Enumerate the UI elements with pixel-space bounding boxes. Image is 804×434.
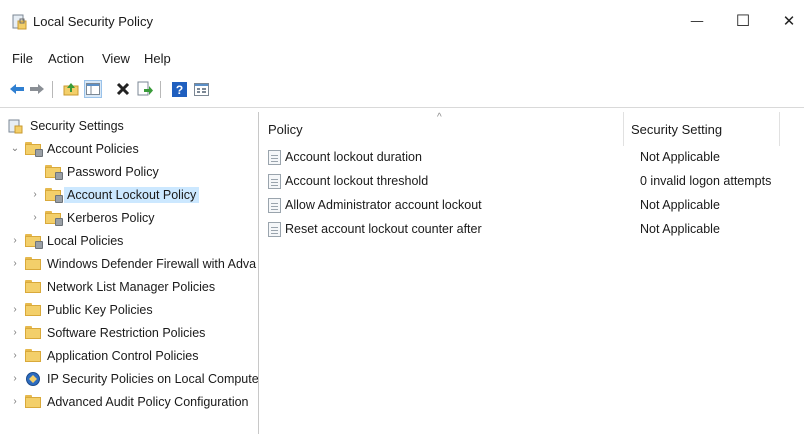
policy-setting: 0 invalid logon attempts xyxy=(640,174,772,188)
tree-item-software-restriction[interactable]: Software Restriction Policies xyxy=(25,322,205,343)
export-list-icon[interactable] xyxy=(136,80,154,98)
folder-icon xyxy=(45,165,63,180)
svg-text:?: ? xyxy=(175,83,182,97)
tree-item-account-policies[interactable]: Account Policies xyxy=(25,138,139,159)
ip-security-icon xyxy=(26,371,40,386)
table-row[interactable]: Reset account lockout counter after Not … xyxy=(268,218,798,240)
chevron-down-icon[interactable]: ⌄ xyxy=(10,143,20,154)
folder-icon xyxy=(45,211,63,226)
table-row[interactable]: Account lockout threshold 0 invalid logo… xyxy=(268,170,798,192)
tree-item-password-policy[interactable]: Password Policy xyxy=(45,161,159,182)
tree-label: IP Security Policies on Local Compute xyxy=(47,371,259,386)
tree-label: Kerberos Policy xyxy=(67,210,155,225)
tree-label: Software Restriction Policies xyxy=(47,325,206,340)
tree-item-public-key[interactable]: Public Key Policies xyxy=(25,299,153,320)
chevron-right-icon[interactable]: › xyxy=(10,304,20,315)
menu-bar: File Action View Help xyxy=(0,48,804,70)
security-settings-icon xyxy=(8,119,23,133)
tree-label: Network List Manager Policies xyxy=(47,279,216,294)
properties-icon[interactable] xyxy=(192,80,210,98)
policy-item-icon xyxy=(268,197,281,213)
chevron-right-icon[interactable]: › xyxy=(30,212,40,223)
folder-icon xyxy=(25,280,41,293)
tree-item-kerberos-policy[interactable]: Kerberos Policy xyxy=(45,207,155,228)
table-row[interactable]: Allow Administrator account lockout Not … xyxy=(268,194,798,216)
folder-icon xyxy=(25,142,43,157)
back-arrow-icon[interactable] xyxy=(8,80,26,98)
policy-name: Reset account lockout counter after xyxy=(285,222,482,236)
menu-view[interactable]: View xyxy=(102,51,130,66)
tree-item-local-policies[interactable]: Local Policies xyxy=(25,230,123,251)
folder-icon xyxy=(25,349,41,362)
chevron-right-icon[interactable]: › xyxy=(10,235,20,246)
up-folder-icon[interactable] xyxy=(62,80,80,98)
folder-icon xyxy=(25,395,41,408)
folder-icon xyxy=(45,188,63,203)
tree-item-security-settings[interactable]: Security Settings xyxy=(8,115,124,136)
tree-label: Public Key Policies xyxy=(47,302,153,317)
tree-item-audit[interactable]: Advanced Audit Policy Configuration xyxy=(25,391,249,412)
tree-item-app-control[interactable]: Application Control Policies xyxy=(25,345,198,366)
title-bar: Local Security Policy — ☐ ✕ xyxy=(0,0,804,42)
column-header-policy[interactable]: Policy xyxy=(268,112,303,146)
chevron-right-icon[interactable]: › xyxy=(10,327,20,338)
delete-icon[interactable] xyxy=(114,80,132,98)
menu-file[interactable]: File xyxy=(12,51,33,66)
tree-item-account-lockout-policy[interactable]: Account Lockout Policy xyxy=(45,184,200,205)
chevron-right-icon[interactable]: › xyxy=(10,350,20,361)
show-hide-tree-icon[interactable] xyxy=(84,80,102,98)
close-button[interactable]: ✕ xyxy=(774,10,804,32)
menu-action[interactable]: Action xyxy=(48,51,84,66)
policy-item-icon xyxy=(268,149,281,165)
folder-icon xyxy=(25,303,41,316)
policy-setting: Not Applicable xyxy=(640,198,720,212)
policy-list: ^ Policy Security Setting Account lockou… xyxy=(259,112,804,434)
policy-setting: Not Applicable xyxy=(640,222,720,236)
tree-label: Password Policy xyxy=(67,164,159,179)
tree-label: Local Policies xyxy=(47,233,124,248)
tree-label: Application Control Policies xyxy=(47,348,199,363)
local-security-policy-icon xyxy=(12,14,27,30)
chevron-right-icon[interactable]: › xyxy=(10,396,20,407)
policy-name: Account lockout duration xyxy=(285,150,422,164)
table-row[interactable]: Account lockout duration Not Applicable xyxy=(268,146,798,168)
policy-item-icon xyxy=(268,173,281,189)
tree-label: Windows Defender Firewall with Adva xyxy=(47,256,257,271)
policy-name: Account lockout threshold xyxy=(285,174,429,188)
folder-icon xyxy=(25,257,41,270)
folder-icon xyxy=(25,234,43,249)
tree-label: Advanced Audit Policy Configuration xyxy=(47,394,249,409)
tree-item-firewall[interactable]: Windows Defender Firewall with Adva xyxy=(25,253,256,274)
policy-item-icon xyxy=(268,221,281,237)
tree-label: Account Policies xyxy=(47,141,139,156)
column-header-security-setting[interactable]: Security Setting xyxy=(631,112,722,146)
tree-label: Security Settings xyxy=(30,118,124,133)
chevron-right-icon[interactable]: › xyxy=(10,373,20,384)
policy-setting: Not Applicable xyxy=(640,150,720,164)
chevron-right-icon[interactable]: › xyxy=(10,258,20,269)
help-icon[interactable]: ? xyxy=(170,80,188,98)
tree-label-selected: Account Lockout Policy xyxy=(64,186,200,203)
toolbar: ? xyxy=(0,76,804,102)
minimize-button[interactable]: — xyxy=(682,10,712,32)
tree-item-network-list[interactable]: Network List Manager Policies xyxy=(25,276,215,297)
policy-name: Allow Administrator account lockout xyxy=(285,198,482,212)
menu-help[interactable]: Help xyxy=(144,51,171,66)
maximize-button[interactable]: ☐ xyxy=(728,10,758,32)
folder-icon xyxy=(25,326,41,339)
forward-arrow-icon[interactable] xyxy=(28,80,46,98)
tree-item-ip-security[interactable]: IP Security Policies on Local Compute xyxy=(25,368,259,389)
window-title: Local Security Policy xyxy=(33,14,153,29)
tree-pane: Security Settings ⌄ Account Policies Pas… xyxy=(0,112,259,434)
chevron-right-icon[interactable]: › xyxy=(30,189,40,200)
sort-ascending-icon: ^ xyxy=(437,112,442,123)
